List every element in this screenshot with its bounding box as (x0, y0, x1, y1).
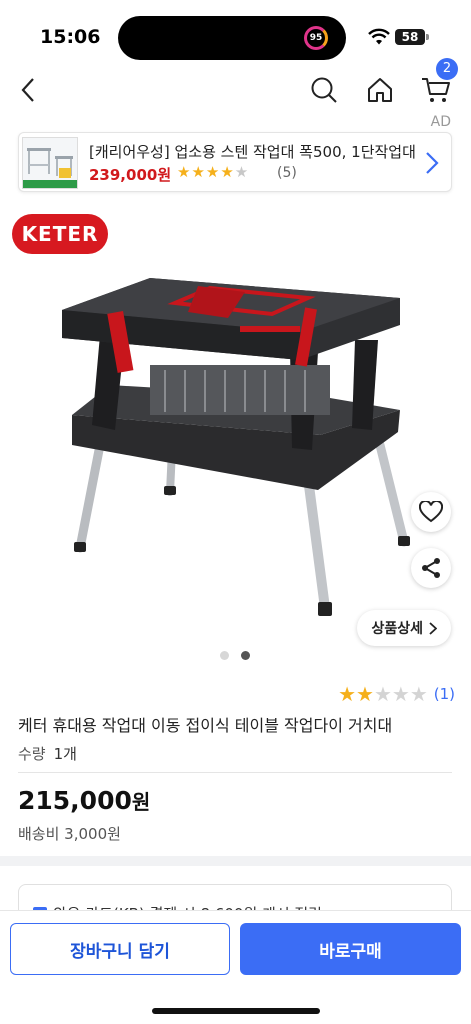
rating-stars: ★★★★★ (338, 682, 428, 706)
ad-label: AD (430, 114, 451, 130)
sponsored-product-banner[interactable]: [캐리어우성] 업소용 스텐 작업대 폭500, 1단작업대 239,000원 … (18, 132, 452, 192)
battery-icon: 58 (395, 29, 429, 45)
search-icon (311, 77, 337, 103)
share-icon (422, 558, 440, 578)
dynamic-island: 95 (118, 16, 346, 60)
product-price: 215,000원 (18, 786, 150, 815)
ad-rating-stars: ★★★★★ (177, 163, 250, 181)
shipping-fee: 배송비 3,000원 (18, 825, 121, 843)
ad-title: [캐리어우성] 업소용 스텐 작업대 폭500, 1단작업대 (89, 143, 416, 161)
quantity-label: 수량 (18, 745, 46, 763)
cart-button[interactable]: 2 (418, 58, 458, 108)
bottom-action-bar: 장바구니 담기 바로구매 (0, 910, 471, 1024)
top-nav: 2 (0, 58, 471, 108)
product-detail-button[interactable]: 상품상세 (357, 610, 451, 646)
search-button[interactable] (306, 72, 342, 108)
divider (18, 772, 452, 773)
home-indicator[interactable] (152, 1008, 320, 1014)
buy-now-button[interactable]: 바로구매 (240, 923, 461, 975)
product-title: 케터 휴대용 작업대 이동 접이식 테이블 작업다이 거치대 (18, 716, 393, 735)
share-button[interactable] (411, 548, 451, 588)
cart-count-badge: 2 (436, 58, 458, 80)
price-number: 215,000 (18, 786, 132, 815)
ad-review-count: (5) (277, 165, 297, 181)
heart-icon (419, 501, 443, 523)
product-detail-label: 상품상세 (371, 621, 423, 637)
status-time: 15:06 (40, 26, 101, 48)
pager-dot[interactable] (220, 651, 229, 660)
quantity-value: 1개 (53, 745, 77, 763)
chevron-right-icon (429, 621, 437, 635)
home-icon (368, 78, 392, 102)
product-rating[interactable]: ★★★★★ (1) (338, 682, 455, 706)
chevron-left-icon (21, 78, 34, 102)
section-divider (0, 856, 471, 866)
wishlist-button[interactable] (411, 492, 451, 532)
add-to-cart-button[interactable]: 장바구니 담기 (10, 923, 230, 975)
activity-ring-icon: 95 (304, 26, 328, 50)
cart-icon (422, 78, 450, 102)
chevron-right-icon (426, 152, 439, 174)
wifi-icon (368, 28, 390, 45)
home-button[interactable] (362, 72, 398, 108)
image-pager (220, 651, 250, 660)
quantity-info: 수량 1개 (18, 743, 77, 764)
review-count-link[interactable]: (1) (434, 685, 455, 703)
product-image-gallery[interactable]: KETER 상품상세 (0, 200, 471, 670)
product-image (62, 278, 410, 616)
ad-price: 239,000원 (89, 166, 172, 184)
pager-dot-active[interactable] (241, 651, 250, 660)
price-unit: 원 (131, 790, 151, 814)
status-bar: 15:06 95 58 (0, 0, 471, 72)
ad-product-thumbnail (22, 137, 78, 189)
back-button[interactable] (10, 72, 46, 108)
